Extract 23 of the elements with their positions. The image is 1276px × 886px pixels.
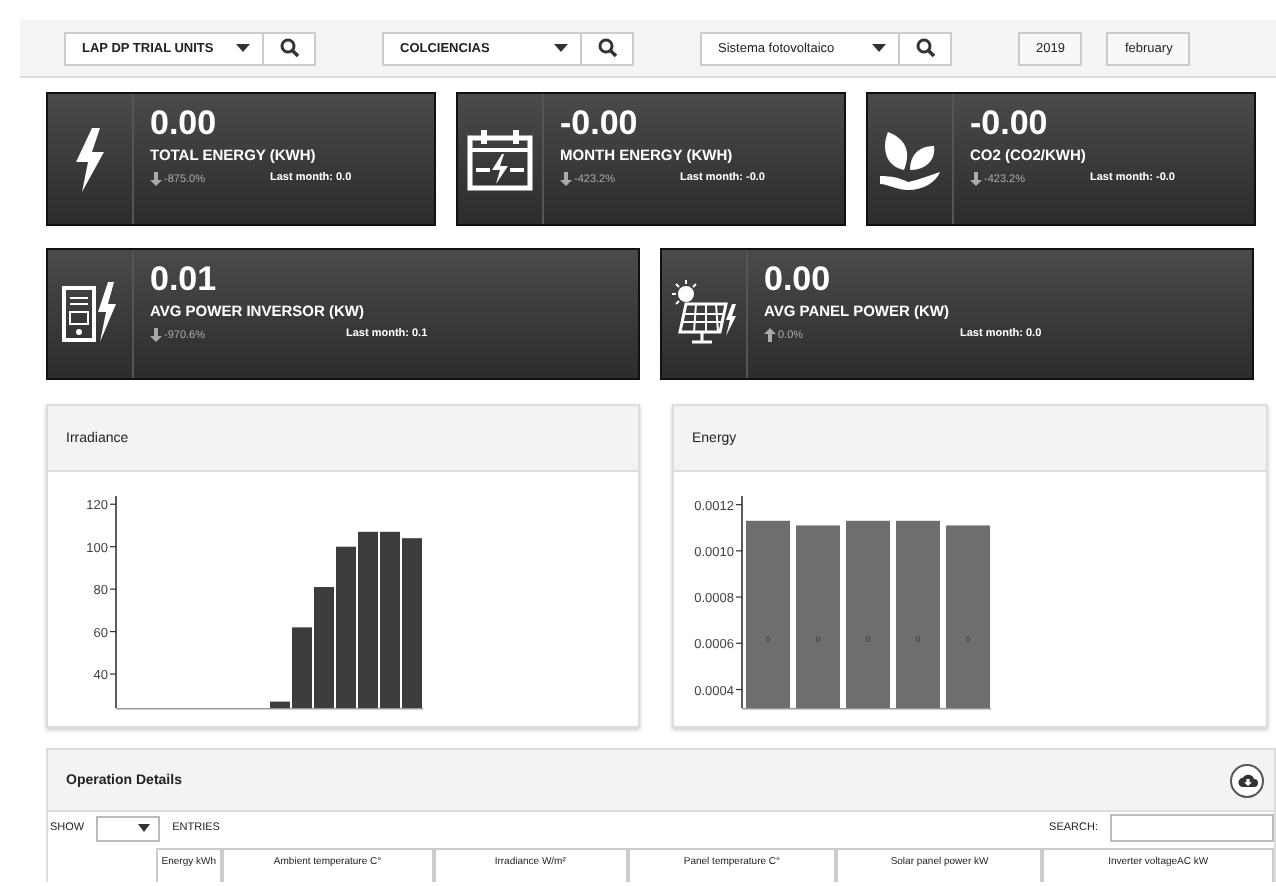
stat-value: 0.01	[150, 262, 219, 298]
stat-value: 0.00	[150, 106, 219, 142]
caret-icon	[236, 44, 250, 52]
cloud-download-icon	[1237, 772, 1257, 788]
search-field[interactable]	[1110, 814, 1274, 842]
search-button[interactable]	[898, 31, 952, 65]
search-icon	[597, 38, 617, 58]
inverter-icon	[60, 280, 120, 348]
lightning-icon	[74, 127, 106, 191]
search-button[interactable]	[580, 31, 634, 65]
download-button[interactable]	[1230, 763, 1264, 797]
search-button[interactable]	[262, 31, 316, 65]
solar-panel-icon	[670, 280, 738, 348]
stat-value: -0.00	[560, 106, 640, 142]
stat-value: -0.00	[970, 106, 1050, 142]
search-icon	[279, 38, 299, 58]
caret-icon	[872, 44, 886, 52]
entries-dropdown[interactable]	[96, 815, 161, 841]
stat-value: 0.00	[764, 262, 833, 298]
caret-icon	[138, 824, 151, 832]
caret-icon	[554, 44, 568, 52]
search-icon	[915, 38, 935, 58]
calendar-icon	[466, 127, 534, 191]
